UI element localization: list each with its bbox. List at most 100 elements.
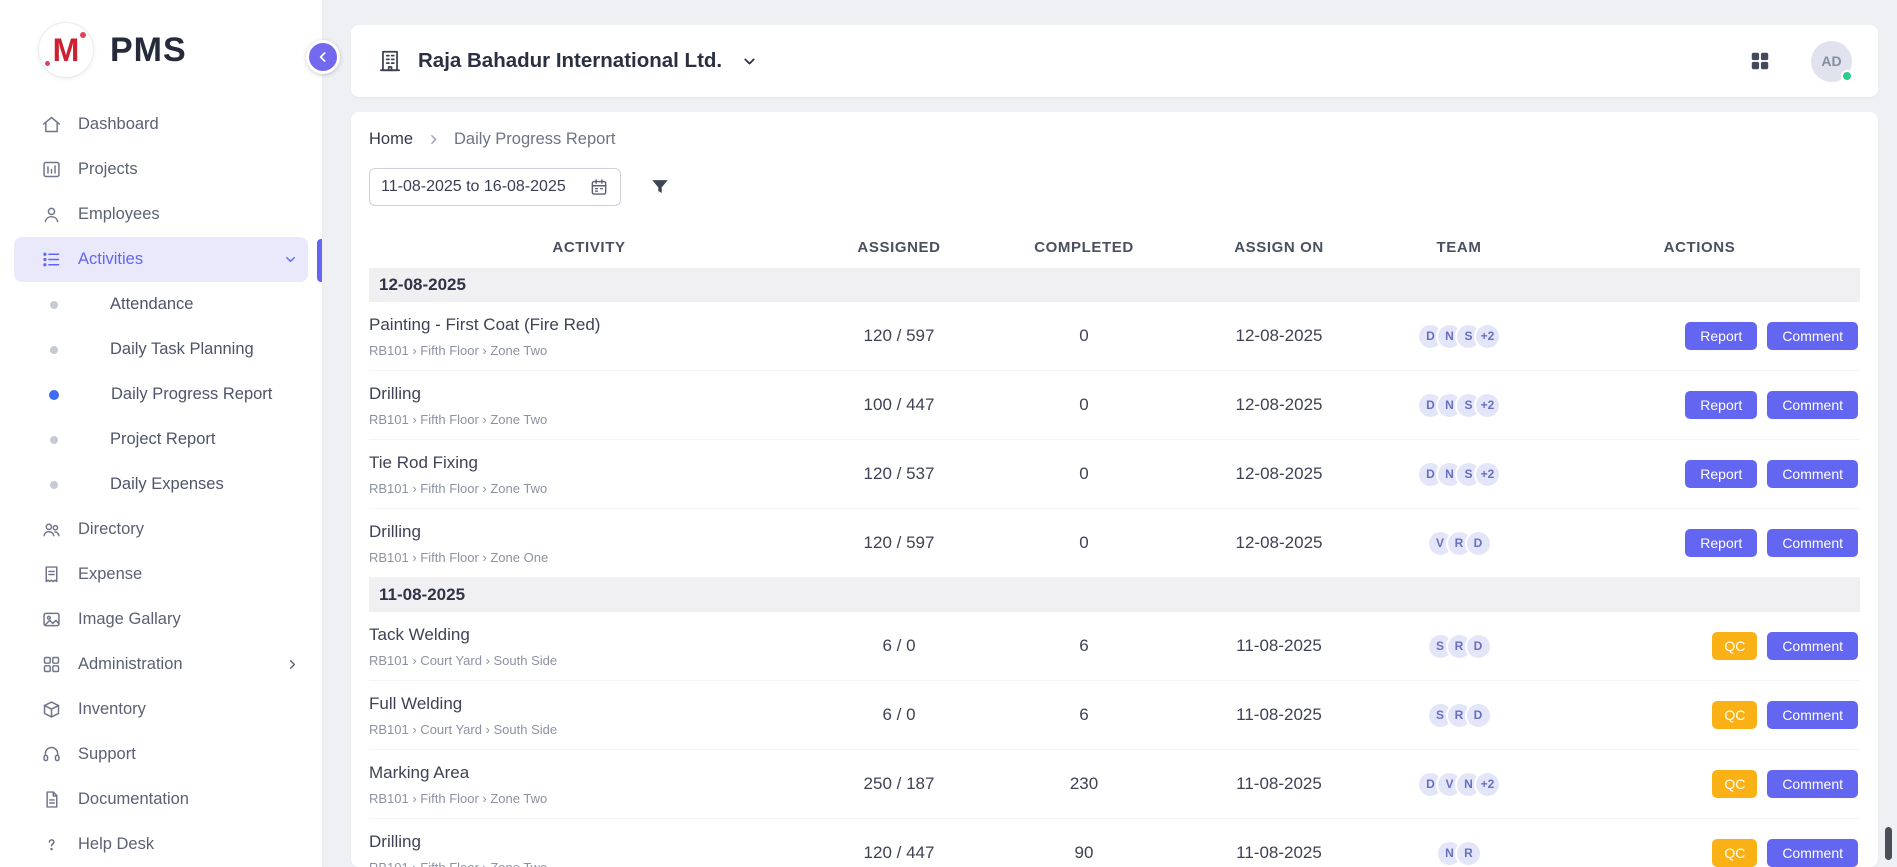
qc-button[interactable]: QC [1712,770,1757,798]
sidebar-subitem-daily-expenses[interactable]: Daily Expenses [0,462,322,507]
team-member-avatar[interactable]: D [1465,633,1492,660]
document-icon [40,789,62,811]
team-cell: DVN+2 [1379,771,1539,798]
column-header-team: TEAM [1379,239,1539,256]
sidebar-item-label: Expense [78,565,142,584]
table-row: Painting - First Coat (Fire Red)RB101 › … [369,302,1860,371]
breadcrumb-home-link[interactable]: Home [369,130,413,149]
completed-value: 0 [989,395,1179,415]
sidebar-item-support[interactable]: Support [0,732,322,777]
sidebar-subitem-daily-task-planning[interactable]: Daily Task Planning [0,327,322,372]
comment-button[interactable]: Comment [1767,770,1858,798]
report-button[interactable]: Report [1685,460,1757,488]
activity-title: Tie Rod Fixing [369,453,799,473]
qc-button[interactable]: QC [1712,701,1757,729]
date-range-value: 11-08-2025 to 16-08-2025 [381,178,566,196]
activity-title: Drilling [369,832,799,852]
team-cell: DNS+2 [1379,323,1539,350]
actions-cell: Report Comment [1539,322,1860,350]
team-cell: NR [1379,840,1539,867]
company-selector[interactable]: Raja Bahadur International Ltd. [377,48,758,74]
sidebar-item-expense[interactable]: Expense [0,552,322,597]
comment-button[interactable]: Comment [1767,839,1858,867]
assign-on-value: 11-08-2025 [1179,774,1379,794]
activity-path: RB101 › Fifth Floor › Zone Two [369,412,799,427]
sidebar-item-employees[interactable]: Employees [0,192,322,237]
sidebar-item-dashboard[interactable]: Dashboard [0,102,322,147]
progress-report-table: ACTIVITY ASSIGNED COMPLETED ASSIGN ON TE… [369,226,1860,867]
app-name: PMS [110,31,187,70]
comment-button[interactable]: Comment [1767,701,1858,729]
breadcrumb: Home Daily Progress Report [369,126,1860,152]
team-member-avatar[interactable]: +2 [1474,323,1501,350]
date-range-input[interactable]: 11-08-2025 to 16-08-2025 [369,168,621,206]
actions-cell: Report Comment [1539,460,1860,488]
sidebar-subitem-project-report[interactable]: Project Report [0,417,322,462]
comment-button[interactable]: Comment [1767,322,1858,350]
assigned-value: 120 / 537 [809,464,989,484]
table-header-row: ACTIVITY ASSIGNED COMPLETED ASSIGN ON TE… [369,226,1860,268]
breadcrumb-separator-icon [427,133,440,146]
apps-grid-icon[interactable] [1749,50,1771,72]
comment-button[interactable]: Comment [1767,460,1858,488]
activity-path: RB101 › Court Yard › South Side [369,722,799,737]
report-button[interactable]: Report [1685,322,1757,350]
table-row: DrillingRB101 › Fifth Floor › Zone Two10… [369,371,1860,440]
sidebar-collapse-button[interactable] [306,40,340,74]
qc-button[interactable]: QC [1712,632,1757,660]
sidebar-item-projects[interactable]: Projects [0,147,322,192]
activity-cell: Tack WeldingRB101 › Court Yard › South S… [369,625,809,668]
user-avatar[interactable]: AD [1811,41,1852,82]
comment-button[interactable]: Comment [1767,391,1858,419]
team-cell: SRD [1379,633,1539,660]
team-member-avatar[interactable]: +2 [1474,461,1501,488]
team-member-avatar[interactable]: R [1455,840,1482,867]
team-cell: VRD [1379,530,1539,557]
comment-button[interactable]: Comment [1767,632,1858,660]
question-icon [40,834,62,856]
assign-on-value: 12-08-2025 [1179,464,1379,484]
column-header-completed: COMPLETED [989,239,1179,256]
sidebar-subitem-daily-progress-report[interactable]: Daily Progress Report [0,372,322,417]
activity-title: Full Welding [369,694,799,714]
sidebar-item-directory[interactable]: Directory [0,507,322,552]
assign-on-value: 11-08-2025 [1179,705,1379,725]
sidebar-item-label: Help Desk [78,835,154,854]
table-row: DrillingRB101 › Fifth Floor › Zone One12… [369,509,1860,578]
qc-button[interactable]: QC [1712,839,1757,867]
report-button[interactable]: Report [1685,529,1757,557]
table-row: Full Welding RB101 › Court Yard › South S… [369,681,1860,750]
sidebar-item-image-gallery[interactable]: Image Gallary [0,597,322,642]
sidebar-subitem-label: Project Report [110,430,215,449]
comment-button[interactable]: Comment [1767,529,1858,557]
team-member-avatar[interactable]: +2 [1474,771,1501,798]
sidebar-item-administration[interactable]: Administration [0,642,322,687]
sidebar-nav: Dashboard Projects Employees Activities … [0,94,322,867]
assigned-value: 120 / 447 [809,843,989,863]
sidebar-item-help-desk[interactable]: Help Desk [0,822,322,867]
assigned-value: 250 / 187 [809,774,989,794]
list-icon [40,249,62,271]
scrollbar-thumb[interactable] [1885,827,1892,860]
projects-icon [40,159,62,181]
filter-icon[interactable] [649,176,671,198]
headset-icon [40,744,62,766]
sidebar-item-activities[interactable]: Activities [14,237,308,282]
sidebar-item-label: Administration [78,655,183,674]
breadcrumb-current: Daily Progress Report [454,130,615,149]
activity-path: RB101 › Fifth Floor › Zone Two [369,791,799,806]
completed-value: 0 [989,326,1179,346]
sidebar-item-inventory[interactable]: Inventory [0,687,322,732]
sidebar-subitem-attendance[interactable]: Attendance [0,282,322,327]
actions-cell: Report Comment [1539,391,1860,419]
column-header-assigned: ASSIGNED [809,239,989,256]
sidebar-subitem-label: Daily Task Planning [110,340,254,359]
team-member-avatar[interactable]: +2 [1474,392,1501,419]
sidebar-item-documentation[interactable]: Documentation [0,777,322,822]
team-member-avatar[interactable]: D [1465,530,1492,557]
topbar: Raja Bahadur International Ltd. AD [351,25,1878,97]
activity-path: RB101 › Fifth Floor › Zone Two [369,343,799,358]
team-member-avatar[interactable]: D [1465,702,1492,729]
activity-cell: Marking AreaRB101 › Fifth Floor › Zone T… [369,763,809,806]
report-button[interactable]: Report [1685,391,1757,419]
